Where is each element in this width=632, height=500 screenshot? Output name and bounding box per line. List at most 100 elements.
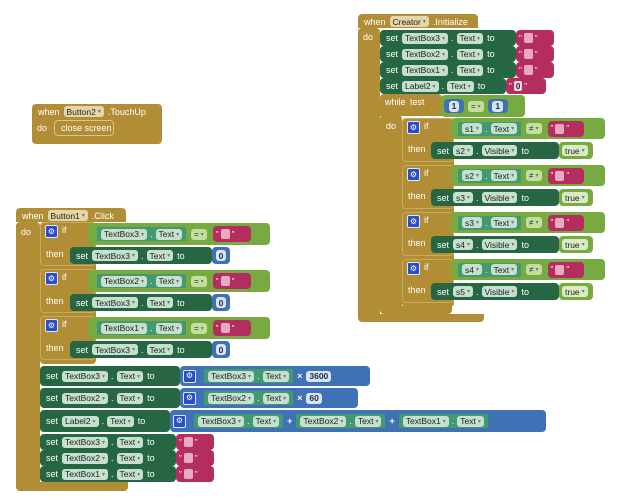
- set-block[interactable]: set s3 . Visible to: [431, 189, 559, 206]
- component-dropdown[interactable]: s4: [462, 264, 482, 275]
- compare-block[interactable]: 1 = 1: [441, 95, 525, 117]
- text-literal[interactable]: " ": [547, 167, 584, 184]
- text-empty-value[interactable]: [555, 170, 565, 181]
- number-value[interactable]: 3600: [306, 370, 332, 382]
- component-dropdown[interactable]: Label2: [402, 80, 439, 92]
- component-dropdown[interactable]: TextBox2: [101, 275, 147, 287]
- component-dropdown[interactable]: Button2: [63, 106, 104, 117]
- property-dropdown[interactable]: Text: [155, 275, 183, 287]
- property-dropdown[interactable]: Text: [146, 250, 174, 261]
- compare-block[interactable]: TextBox2 . Text = "": [88, 270, 270, 292]
- text-literal[interactable]: " ": [516, 46, 554, 62]
- number-value[interactable]: 1: [492, 100, 504, 112]
- compare-block[interactable]: s2 . Text ≠ "": [451, 165, 605, 186]
- property-dropdown[interactable]: Visible: [481, 145, 518, 156]
- set-block[interactable]: set Label2 . Text to: [380, 78, 506, 94]
- text-empty-value[interactable]: [220, 229, 230, 239]
- component-dropdown[interactable]: TextBox3: [402, 32, 448, 44]
- property-dropdown[interactable]: Text: [456, 48, 484, 60]
- text-empty-value[interactable]: [183, 469, 193, 479]
- component-dropdown[interactable]: TextBox2: [208, 392, 254, 404]
- mutator-gear-icon[interactable]: ⚙: [45, 319, 58, 332]
- text-empty-value[interactable]: [555, 123, 565, 134]
- boolean-dropdown[interactable]: true: [562, 286, 588, 297]
- mutator-gear-icon[interactable]: ⚙: [407, 215, 420, 228]
- component-dropdown[interactable]: TextBox1: [62, 468, 108, 480]
- getter-block[interactable]: s1 . Text: [458, 121, 522, 136]
- property-dropdown[interactable]: Visible: [481, 192, 518, 203]
- mutator-gear-icon[interactable]: ⚙: [407, 168, 420, 181]
- component-dropdown[interactable]: s5: [453, 286, 474, 297]
- property-dropdown[interactable]: Text: [447, 80, 474, 92]
- number-block[interactable]: 0: [212, 341, 230, 358]
- text-literal[interactable]: " ": [547, 261, 584, 278]
- getter-block[interactable]: TextBox1 . Text: [398, 414, 488, 428]
- component-dropdown[interactable]: TextBox2: [62, 392, 108, 404]
- component-dropdown[interactable]: TextBox3: [101, 228, 147, 240]
- set-block[interactable]: set s5 . Visible to: [431, 283, 559, 300]
- set-block[interactable]: set s4 . Visible to: [431, 236, 559, 253]
- set-block[interactable]: set TextBox3 . Text to: [70, 341, 212, 358]
- set-block[interactable]: set s2 . Visible to: [431, 142, 559, 159]
- component-dropdown[interactable]: TextBox3: [92, 344, 138, 355]
- component-dropdown[interactable]: s3: [462, 217, 482, 228]
- component-dropdown[interactable]: TextBox1: [402, 415, 449, 427]
- mutator-gear-icon[interactable]: ⚙: [173, 414, 186, 428]
- set-block[interactable]: set TextBox1 . Text to: [380, 62, 516, 78]
- getter-block[interactable]: TextBox2 . Text: [204, 391, 294, 405]
- text-value[interactable]: 0: [513, 81, 523, 91]
- property-dropdown[interactable]: Text: [116, 436, 144, 448]
- number-block[interactable]: 1: [487, 99, 508, 113]
- property-dropdown[interactable]: Text: [490, 170, 518, 181]
- component-dropdown[interactable]: TextBox3: [208, 370, 254, 382]
- text-empty-value[interactable]: [220, 323, 230, 333]
- set-block[interactable]: set TextBox3 . Text to: [70, 294, 212, 311]
- compare-block[interactable]: s3 . Text ≠ "": [451, 212, 605, 233]
- text-literal[interactable]: " ": [212, 226, 251, 242]
- getter-block[interactable]: TextBox3 . Text: [194, 414, 284, 428]
- property-dropdown[interactable]: Text: [456, 32, 484, 44]
- text-empty-value[interactable]: [523, 49, 533, 59]
- set-block[interactable]: set TextBox2 . Text to: [380, 46, 516, 62]
- boolean-block[interactable]: true: [559, 236, 593, 253]
- set-block[interactable]: set TextBox2 . Text to: [40, 450, 176, 466]
- component-dropdown[interactable]: Button1: [47, 210, 88, 221]
- component-dropdown[interactable]: TextBox1: [402, 64, 448, 76]
- property-dropdown[interactable]: Text: [155, 322, 183, 334]
- text-empty-value[interactable]: [555, 264, 565, 275]
- number-value[interactable]: 60: [306, 392, 322, 404]
- operator-dropdown[interactable]: ≠: [526, 217, 542, 228]
- multiply-block[interactable]: ⚙ TextBox3 . Text × 3600: [180, 366, 370, 386]
- component-dropdown[interactable]: s1: [462, 123, 482, 134]
- set-block[interactable]: set Label2 . Text to: [40, 410, 170, 432]
- set-block[interactable]: set TextBox3 . Text to: [40, 366, 180, 386]
- text-literal[interactable]: " ": [516, 30, 554, 46]
- boolean-block[interactable]: true: [559, 283, 593, 300]
- getter-block[interactable]: s2 . Text: [458, 168, 522, 183]
- number-value[interactable]: 0: [215, 250, 227, 261]
- text-empty-value[interactable]: [523, 65, 533, 75]
- component-dropdown[interactable]: TextBox2: [402, 48, 448, 60]
- text-empty-value[interactable]: [220, 276, 230, 286]
- number-value[interactable]: 0: [215, 297, 227, 308]
- operator-dropdown[interactable]: ≠: [526, 170, 542, 181]
- compare-block[interactable]: s1 . Text ≠ "": [451, 118, 605, 139]
- mutator-gear-icon[interactable]: ⚙: [183, 369, 196, 383]
- component-dropdown[interactable]: Label2: [62, 415, 99, 427]
- property-dropdown[interactable]: Text: [490, 217, 518, 228]
- property-dropdown[interactable]: Text: [490, 264, 518, 275]
- set-block[interactable]: set TextBox1 . Text to: [40, 466, 176, 482]
- boolean-dropdown[interactable]: true: [562, 239, 588, 250]
- set-block[interactable]: set TextBox2 . Text to: [40, 388, 180, 408]
- component-dropdown[interactable]: TextBox3: [92, 250, 138, 261]
- getter-block[interactable]: s4 . Text: [458, 262, 522, 277]
- boolean-dropdown[interactable]: true: [562, 192, 588, 203]
- property-dropdown[interactable]: Text: [116, 370, 144, 382]
- property-dropdown[interactable]: Text: [262, 392, 290, 404]
- property-dropdown[interactable]: Text: [457, 415, 484, 427]
- text-literal[interactable]: " ": [516, 62, 554, 78]
- property-dropdown[interactable]: Text: [146, 344, 174, 355]
- property-dropdown[interactable]: Visible: [481, 239, 518, 250]
- boolean-block[interactable]: true: [559, 189, 593, 206]
- text-literal[interactable]: " ": [176, 450, 214, 466]
